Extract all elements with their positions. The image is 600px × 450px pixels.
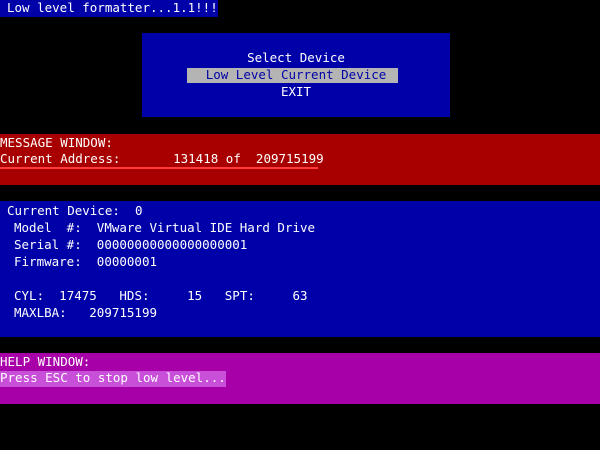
message-window-title: MESSAGE WINDOW:: [0, 135, 113, 150]
hds-value: 15: [187, 288, 203, 303]
serial-value: 00000000000000000001: [96, 237, 248, 252]
title-bar: Low level formatter...1.1!!!: [0, 0, 218, 17]
menu-item-low-level-current-device[interactable]: Low Level Current Device: [142, 67, 450, 83]
current-address-line: Current Address: 131418 of 209715199: [0, 151, 324, 167]
device-info-panel: Current Device: 0 Model #: VMware Virtua…: [0, 201, 600, 337]
model-line: Model #: VMware Virtual IDE Hard Drive: [14, 220, 315, 236]
hds-label: HDS:: [119, 288, 150, 303]
cyl-value: 17475: [59, 288, 97, 303]
maxlba-line: MAXLBA: 209715199: [14, 305, 157, 321]
help-window-title: HELP WINDOW:: [0, 354, 91, 369]
message-window: MESSAGE WINDOW: Current Address: 131418 …: [0, 134, 600, 185]
cyl-label: CYL:: [14, 288, 45, 303]
firmware-line: Firmware: 00000001: [14, 254, 157, 270]
maxlba-label: MAXLBA:: [14, 305, 67, 320]
spt-label: SPT:: [224, 288, 255, 303]
spt-value: 63: [292, 288, 308, 303]
firmware-value: 00000001: [96, 254, 158, 269]
current-address-label: Current Address:: [0, 151, 121, 166]
current-device-label: Current Device:: [7, 203, 120, 218]
device-menu: Select Device Low Level Current Device E…: [142, 33, 450, 117]
of-label: of: [225, 151, 241, 166]
geometry-line: CYL: 17475 HDS: 15 SPT: 63: [14, 288, 308, 304]
current-device-line: Current Device: 0: [7, 203, 142, 219]
current-address-value: 131418: [173, 151, 219, 166]
model-label: Model #:: [14, 220, 82, 235]
model-value: VMware Virtual IDE Hard Drive: [96, 220, 316, 235]
maxlba-value: 209715199: [89, 305, 157, 320]
firmware-label: Firmware:: [14, 254, 82, 269]
total-address-value: 209715199: [255, 151, 324, 166]
menu-item-exit[interactable]: EXIT: [142, 84, 450, 100]
help-message: Press ESC to stop low level...: [0, 370, 226, 385]
app-title: Low level formatter...1.1!!!: [7, 0, 218, 15]
menu-header: Select Device: [247, 50, 345, 65]
address-underline: [0, 167, 318, 169]
current-device-value: 0: [134, 203, 143, 218]
serial-line: Serial #: 00000000000000000001: [14, 237, 247, 253]
serial-label: Serial #:: [14, 237, 82, 252]
help-window: HELP WINDOW: Press ESC to stop low level…: [0, 353, 600, 404]
